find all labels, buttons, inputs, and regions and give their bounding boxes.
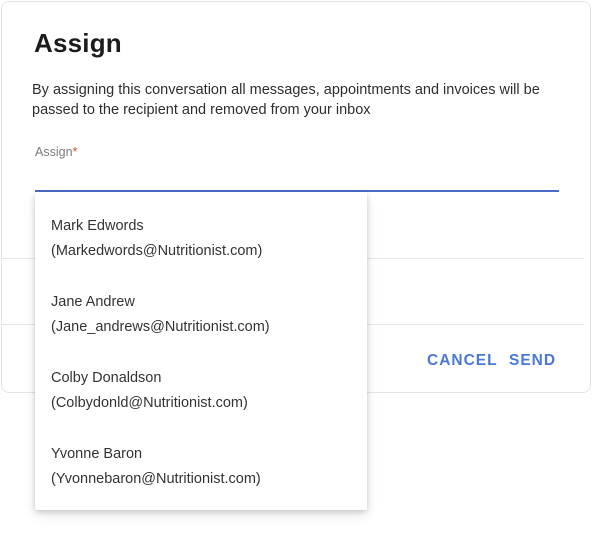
dialog-description: By assigning this conversation all messa… xyxy=(32,82,540,118)
assign-input[interactable] xyxy=(35,162,559,192)
assignee-option[interactable]: Colby Donaldson (Colbydonld@Nutritionist… xyxy=(35,352,367,424)
dialog-title: Assign xyxy=(34,28,122,58)
assign-field-label-text: Assign xyxy=(35,145,73,159)
assignee-email: (Yvonnebaron@Nutritionist.com) xyxy=(51,471,261,487)
assignee-email: (Markedwords@Nutritionist.com) xyxy=(51,243,263,259)
assignee-dropdown: Mark Edwords (Markedwords@Nutritionist.c… xyxy=(35,192,367,510)
assignee-option[interactable]: Mark Edwords (Markedwords@Nutritionist.c… xyxy=(35,200,367,272)
assignee-name: Colby Donaldson xyxy=(51,370,162,386)
cancel-button[interactable]: CANCEL xyxy=(427,352,498,370)
assignee-email: (Colbydonld@Nutritionist.com) xyxy=(51,395,248,411)
assignee-name: Yvonne Baron xyxy=(51,446,143,462)
send-button[interactable]: SEND xyxy=(509,352,556,370)
assignee-email: (Jane_andrews@Nutritionist.com) xyxy=(51,319,270,335)
assignee-name: Jane Andrew xyxy=(51,294,135,310)
assign-field-label: Assign* xyxy=(35,145,77,159)
assignee-name: Mark Edwords xyxy=(51,218,144,234)
assignee-option[interactable]: Yvonne Baron (Yvonnebaron@Nutritionist.c… xyxy=(35,428,367,500)
assignee-option[interactable]: Jane Andrew (Jane_andrews@Nutritionist.c… xyxy=(35,276,367,348)
required-marker: * xyxy=(72,145,78,159)
